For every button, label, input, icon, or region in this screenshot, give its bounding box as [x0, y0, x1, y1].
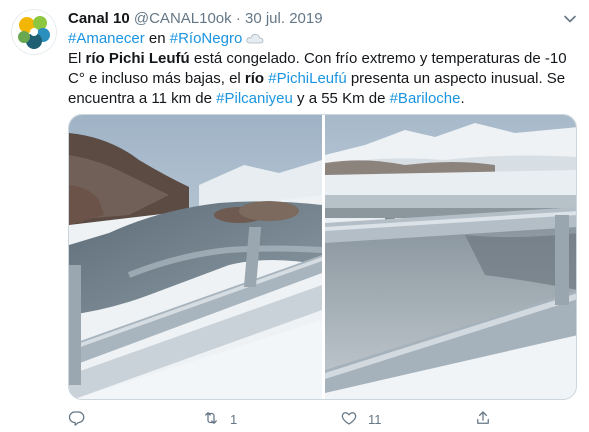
avatar[interactable]: [12, 10, 56, 54]
hashtag-pilcaniyeu[interactable]: #Pilcaniyeu: [216, 90, 293, 107]
handle[interactable]: @CANAL10ok: [134, 10, 232, 27]
like-icon: [340, 409, 358, 430]
hashtag-rionegro[interactable]: #RíoNegro: [170, 30, 243, 47]
display-name[interactable]: Canal 10: [68, 10, 130, 27]
tweet-body: El río Pichi Leufú está congelado. Con f…: [68, 49, 578, 109]
hashtag-pichileufu[interactable]: #PichiLeufú: [268, 70, 346, 87]
hashtag-amanecer[interactable]: #Amanecer: [68, 30, 145, 47]
reply-icon: [68, 409, 86, 430]
text-en: en: [144, 30, 170, 47]
tweet-line-1: #Amanecer en #RíoNegro: [68, 29, 578, 49]
tweet-actions: 1 11: [68, 408, 578, 432]
bold-river-name: río Pichi Leufú: [85, 50, 190, 67]
photo-bridge-river[interactable]: [325, 115, 576, 399]
retweet-button[interactable]: 1: [202, 408, 237, 430]
caret-down-icon[interactable]: [562, 11, 578, 27]
canal10-logo: [12, 10, 56, 54]
tweet-text: #Amanecer en #RíoNegro El río Pichi Leuf…: [68, 29, 578, 109]
like-button[interactable]: 11: [340, 408, 382, 430]
photo-frozen-river[interactable]: [69, 115, 323, 399]
tweet-header: Canal 10 @CANAL10ok · 30 jul. 2019: [68, 9, 323, 28]
text-segment: El: [68, 50, 86, 67]
like-count: 11: [368, 411, 382, 427]
tweet-date[interactable]: 30 jul. 2019: [245, 10, 323, 27]
hashtag-bariloche[interactable]: #Bariloche: [390, 90, 461, 107]
retweet-count: 1: [230, 411, 238, 427]
text-segment: y a 55 Km de: [292, 90, 390, 107]
separator-dot: ·: [235, 10, 241, 27]
retweet-icon: [202, 409, 220, 430]
cloud-emoji-icon: [246, 30, 264, 44]
media-grid: [68, 114, 577, 400]
bold-rio: río: [244, 70, 265, 87]
text-segment: .: [460, 90, 465, 107]
share-icon: [474, 409, 492, 430]
reply-button[interactable]: [68, 408, 96, 430]
share-button[interactable]: [474, 408, 492, 430]
